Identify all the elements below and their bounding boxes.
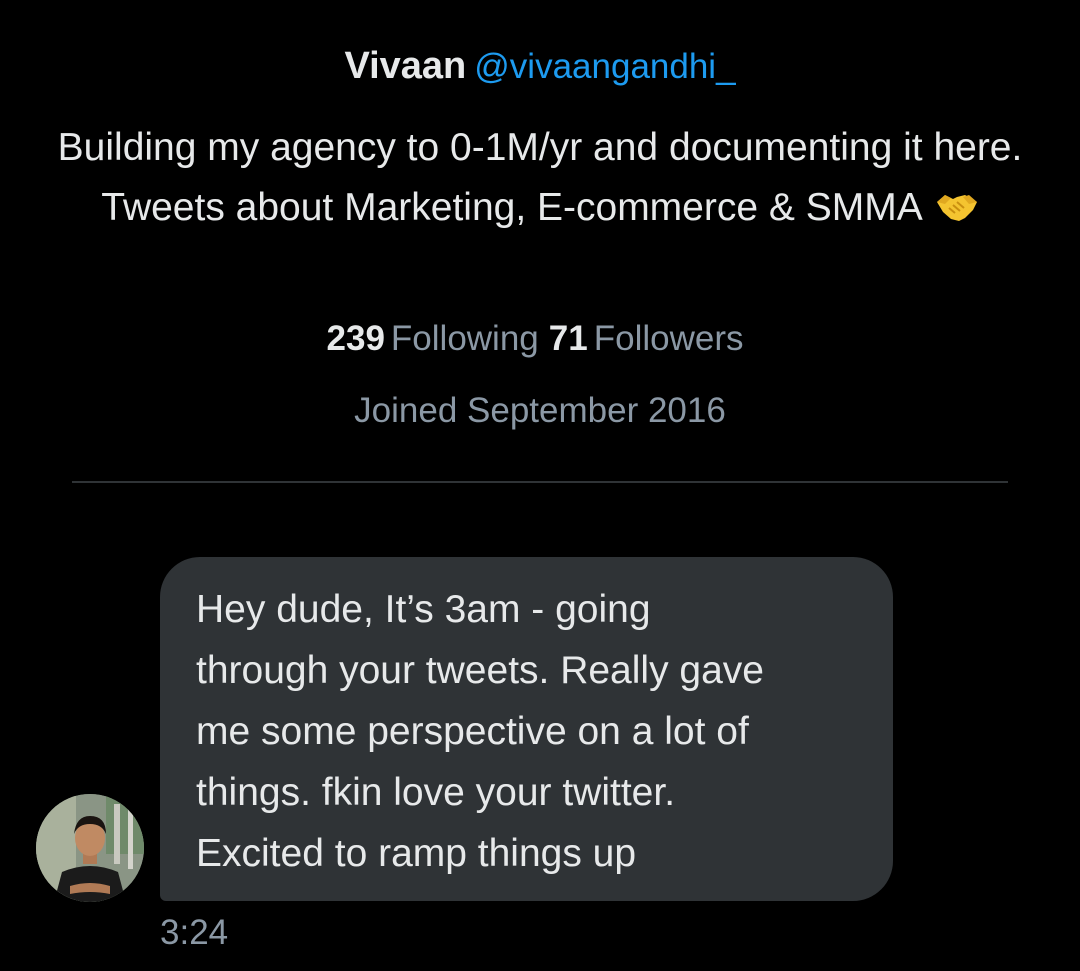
user-avatar-icon — [36, 794, 144, 902]
following-count[interactable]: 239 — [327, 319, 385, 358]
handshake-icon — [935, 182, 979, 242]
display-name[interactable]: Vivaan — [344, 45, 466, 87]
profile-header: Vivaan @vivaangandhi_ — [0, 40, 1080, 92]
message-timestamp: 3:24 — [160, 913, 229, 952]
joined-date: Joined September 2016 — [354, 391, 726, 430]
followers-label[interactable]: Followers — [594, 319, 744, 358]
profile-name-line: Vivaan @vivaangandhi_ — [0, 40, 1080, 92]
avatar[interactable] — [36, 794, 144, 902]
message-text: Hey dude, It’s 3am - going through your … — [196, 588, 764, 875]
followers-count[interactable]: 71 — [549, 319, 588, 358]
bio-text: Building my agency to 0-1M/yr and docume… — [57, 126, 1023, 229]
profile-bio: Building my agency to 0-1M/yr and docume… — [40, 118, 1040, 242]
user-handle[interactable]: @vivaangandhi_ — [474, 47, 735, 86]
divider — [72, 481, 1008, 483]
profile-stats: 239 Following 71 Followers — [0, 314, 1080, 364]
following-label[interactable]: Following — [391, 319, 539, 358]
message-bubble[interactable]: Hey dude, It’s 3am - going through your … — [160, 557, 893, 901]
